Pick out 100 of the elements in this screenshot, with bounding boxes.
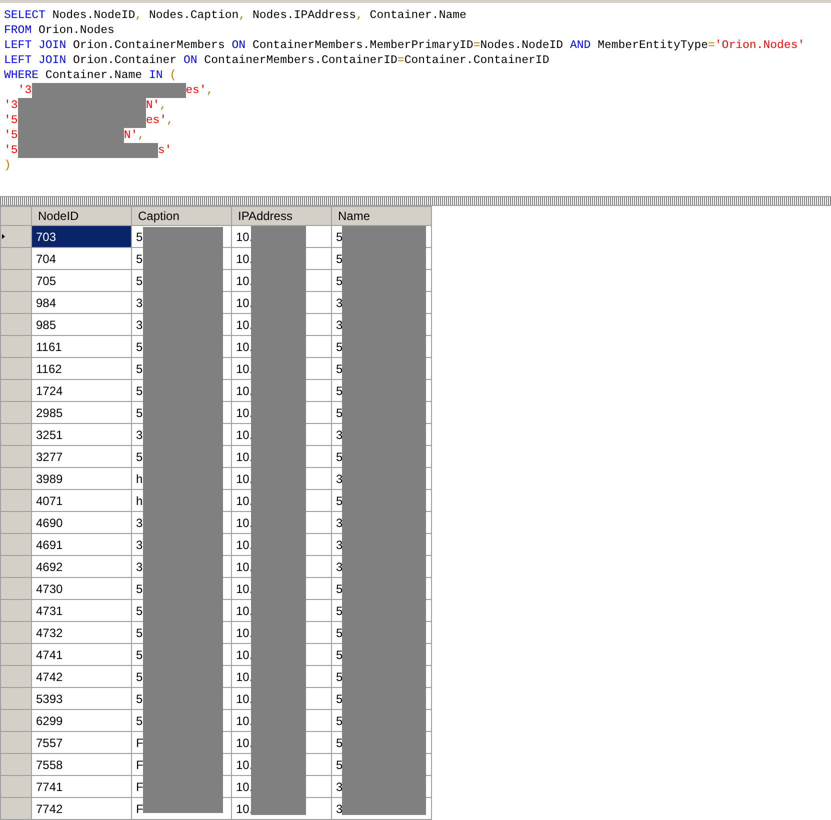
row-header[interactable] (0, 270, 32, 292)
corner-header (0, 206, 32, 226)
row-header[interactable] (0, 798, 32, 820)
row-header[interactable] (0, 226, 32, 248)
code-token: ContainerMembers.MemberPrimaryID (251, 38, 474, 53)
table-cell: 1724 (32, 380, 132, 402)
row-header[interactable] (0, 424, 32, 446)
table-cell: 7558 (32, 754, 132, 776)
code-token: '3 (16, 83, 32, 98)
table-cell: 5393 (32, 688, 132, 710)
table-cell: 7741 (32, 776, 132, 798)
code-token: , (138, 128, 145, 143)
code-token: es' (186, 83, 206, 98)
code-token: , (135, 8, 142, 23)
code-token: s' (158, 143, 172, 158)
code-token: ON (183, 53, 198, 68)
row-header[interactable] (0, 446, 32, 468)
row-header[interactable] (0, 666, 32, 688)
table-cell: 2985 (32, 402, 132, 424)
table-cell: 4692 (32, 556, 132, 578)
row-header[interactable] (0, 578, 32, 600)
code-token: = (708, 38, 715, 53)
table-cell: 4742 (32, 666, 132, 688)
code-token: ) (4, 158, 11, 173)
row-header[interactable] (0, 336, 32, 358)
code-token: Nodes.Caption (148, 8, 239, 23)
code-token: Container.Name (368, 8, 466, 23)
splitter[interactable] (0, 196, 831, 206)
code-token: , (238, 8, 246, 23)
code-token: ( (168, 68, 177, 83)
code-token: '3 (4, 98, 18, 113)
code-token: LEFT JOIN (4, 53, 66, 68)
column-header[interactable]: Caption (132, 206, 232, 226)
row-header[interactable] (0, 292, 32, 314)
code-token: FROM (4, 23, 32, 38)
table-cell: 4732 (32, 622, 132, 644)
table-cell: 1162 (32, 358, 132, 380)
code-token: , (206, 83, 214, 98)
table-cell: 4071 (32, 490, 132, 512)
row-header[interactable] (0, 490, 32, 512)
table-cell: 1161 (32, 336, 132, 358)
code-token: 'Orion.Nodes' (714, 38, 805, 53)
column-header[interactable]: Name (332, 206, 432, 226)
table-cell: 705 (32, 270, 132, 292)
code-token: Orion.Container (72, 53, 178, 68)
row-header[interactable] (0, 644, 32, 666)
code-token: Orion.ContainerMembers (72, 38, 226, 53)
table-cell: 985 (32, 314, 132, 336)
code-token: WHERE (4, 68, 39, 83)
code-token: Container.ContainerID (404, 53, 550, 68)
row-header[interactable] (0, 710, 32, 732)
row-header[interactable] (0, 688, 32, 710)
code-token: AND (570, 38, 591, 53)
table-cell: 703 (32, 226, 132, 248)
row-header[interactable] (0, 534, 32, 556)
code-token: Orion.Nodes (38, 23, 114, 38)
row-header[interactable] (0, 754, 32, 776)
code-token: es' (146, 113, 167, 128)
row-pointer-icon (2, 234, 6, 239)
row-header[interactable] (0, 556, 32, 578)
code-token: '5 (4, 143, 18, 158)
code-token: '5 (4, 113, 18, 128)
table-cell: 4691 (32, 534, 132, 556)
code-token: Nodes.NodeID (51, 8, 136, 23)
code-token: IN (148, 68, 163, 83)
code-token: ContainerMembers.ContainerID (203, 53, 398, 68)
table-cell: 7742 (32, 798, 132, 820)
row-header[interactable] (0, 314, 32, 336)
code-token: N' (124, 128, 138, 143)
table-cell: 4741 (32, 644, 132, 666)
table-cell: 704 (32, 248, 132, 270)
row-header[interactable] (0, 358, 32, 380)
code-token: Nodes.IPAddress (251, 8, 356, 23)
column-header[interactable]: IPAddress (232, 206, 332, 226)
table-cell: 3277 (32, 446, 132, 468)
row-header[interactable] (0, 600, 32, 622)
code-token: , (160, 98, 167, 113)
table-cell: 4690 (32, 512, 132, 534)
row-header[interactable] (0, 622, 32, 644)
row-header[interactable] (0, 512, 32, 534)
row-header[interactable] (0, 468, 32, 490)
code-token: Nodes.NodeID (480, 38, 564, 53)
table-cell: 6299 (32, 710, 132, 732)
row-header[interactable] (0, 402, 32, 424)
table-cell: 3251 (32, 424, 132, 446)
table-cell: 7557 (32, 732, 132, 754)
row-header[interactable] (0, 776, 32, 798)
code-token: Container.Name (44, 68, 144, 83)
row-header[interactable] (0, 732, 32, 754)
column-header[interactable]: NodeID (32, 206, 132, 226)
code-token: , (166, 113, 174, 128)
row-header[interactable] (0, 380, 32, 402)
row-header[interactable] (0, 248, 32, 270)
table-cell: 4730 (32, 578, 132, 600)
code-token: = (473, 38, 480, 53)
table-cell: 984 (32, 292, 132, 314)
code-token: = (397, 53, 404, 68)
table-cell: 4731 (32, 600, 132, 622)
code-token: MemberEntityType (596, 38, 708, 53)
code-token: LEFT JOIN (4, 38, 66, 53)
